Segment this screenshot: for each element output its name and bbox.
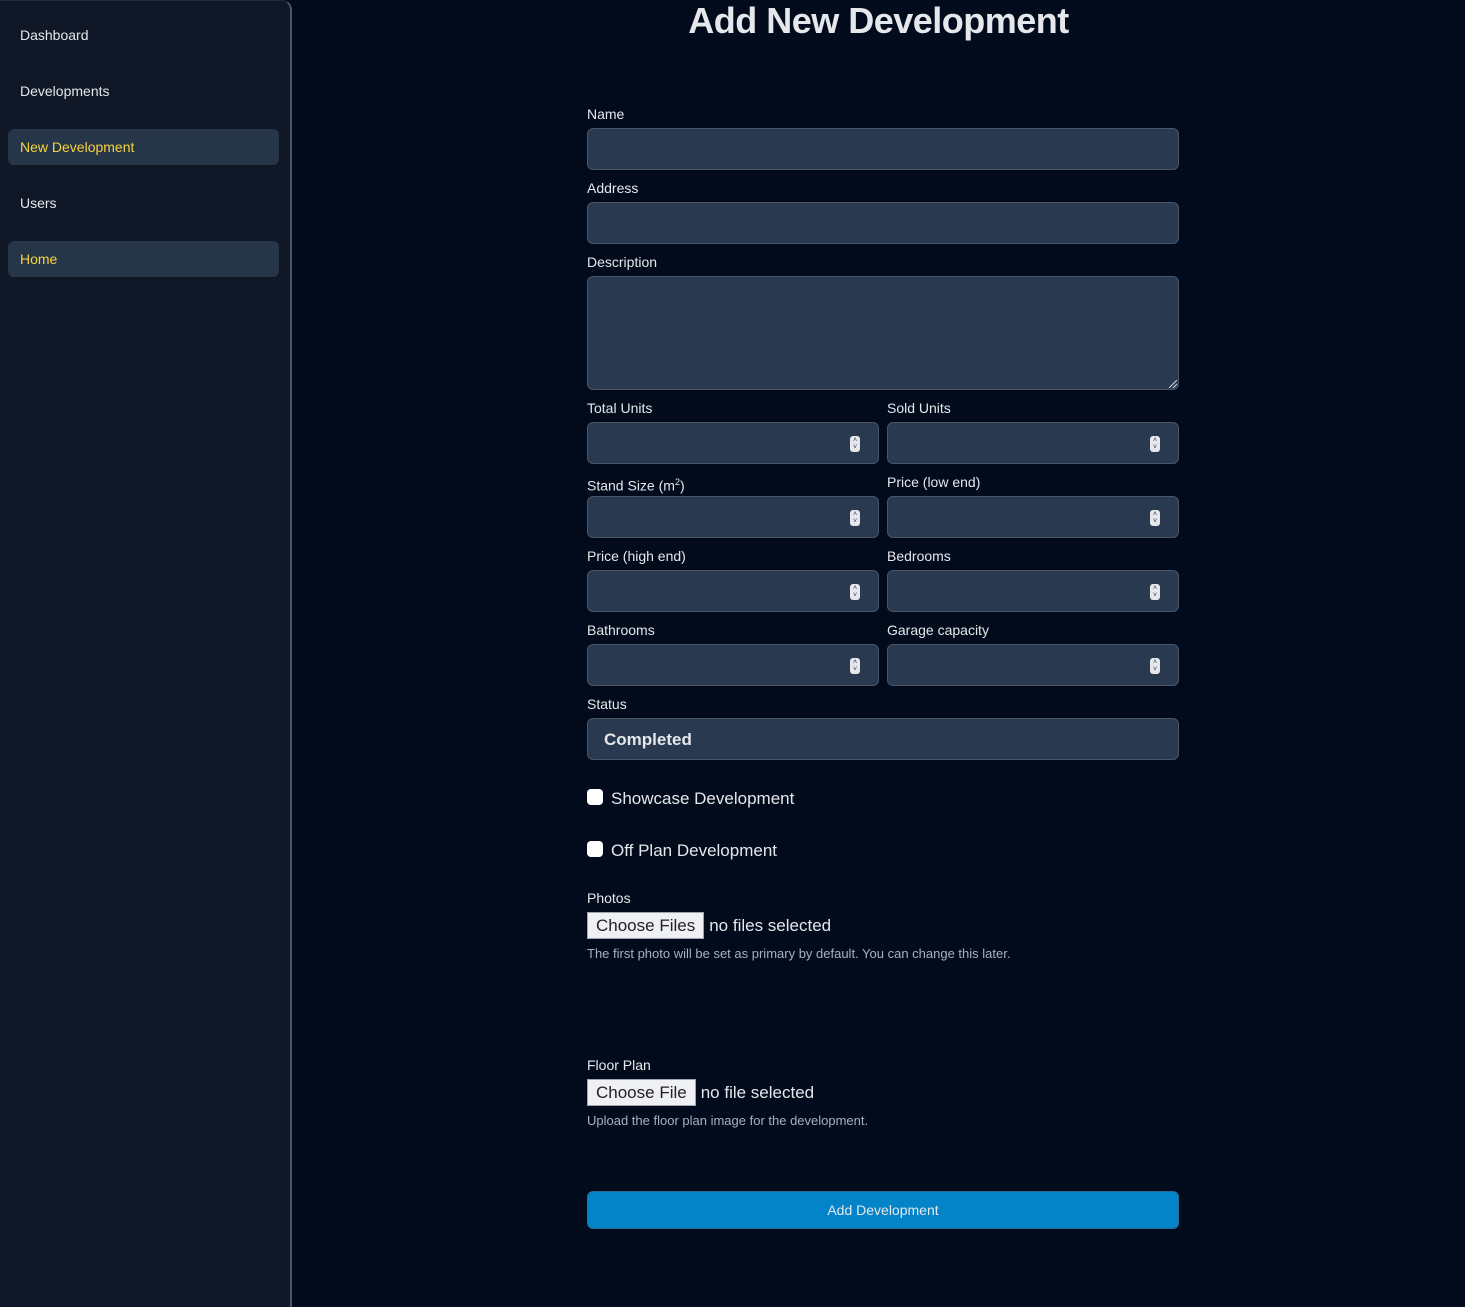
garage-capacity-label: Garage capacity bbox=[887, 622, 989, 638]
sidebar-item-new-development[interactable]: New Development bbox=[8, 129, 279, 165]
page-title: Add New Development bbox=[688, 0, 1069, 41]
sidebar: Dashboard Developments New Development U… bbox=[0, 0, 292, 1307]
resize-grip-icon[interactable] bbox=[1169, 380, 1177, 388]
sidebar-item-developments[interactable]: Developments bbox=[8, 73, 279, 109]
description-textarea[interactable] bbox=[587, 276, 1179, 390]
garage-capacity-input[interactable]: ˄ ˅ bbox=[887, 644, 1179, 686]
floor-plan-help-text: Upload the floor plan image for the deve… bbox=[587, 1113, 869, 1128]
address-input[interactable] bbox=[587, 202, 1179, 244]
showcase-row: Showcase Development bbox=[587, 789, 794, 809]
photos-file-status: no files selected bbox=[709, 915, 832, 935]
price-high-label: Price (high end) bbox=[587, 548, 686, 564]
off-plan-checkbox[interactable] bbox=[587, 841, 603, 857]
sidebar-item-home[interactable]: Home bbox=[8, 241, 279, 277]
spinner-icon[interactable]: ˄ ˅ bbox=[850, 658, 860, 674]
floor-plan-file-input: Choose File no file selected bbox=[587, 1079, 814, 1106]
price-low-label: Price (low end) bbox=[887, 474, 981, 490]
showcase-checkbox[interactable] bbox=[587, 789, 603, 805]
off-plan-label[interactable]: Off Plan Development bbox=[611, 841, 777, 861]
spinner-icon[interactable]: ˄ ˅ bbox=[850, 584, 860, 600]
main-content: Add New Development Name Address Descrip… bbox=[292, 0, 1465, 1307]
status-selected-value: Completed bbox=[604, 730, 692, 749]
spinner-icon[interactable]: ˄ ˅ bbox=[850, 436, 860, 452]
stand-size-label-text: Stand Size (m bbox=[587, 477, 675, 494]
status-label: Status bbox=[587, 696, 627, 712]
sidebar-item-dashboard[interactable]: Dashboard bbox=[8, 17, 279, 53]
description-label: Description bbox=[587, 254, 658, 270]
sold-units-label: Sold Units bbox=[887, 400, 951, 416]
bathrooms-label: Bathrooms bbox=[587, 622, 655, 638]
showcase-label[interactable]: Showcase Development bbox=[611, 789, 794, 809]
sold-units-input[interactable]: ˄ ˅ bbox=[887, 422, 1179, 464]
stand-size-input[interactable]: ˄ ˅ bbox=[587, 496, 879, 538]
floor-plan-file-status: no file selected bbox=[700, 1082, 815, 1102]
address-label: Address bbox=[587, 180, 639, 196]
add-development-button[interactable]: Add Development bbox=[587, 1191, 1179, 1229]
spinner-icon[interactable]: ˄ ˅ bbox=[1150, 584, 1160, 600]
price-low-input[interactable]: ˄ ˅ bbox=[887, 496, 1179, 538]
sidebar-item-users[interactable]: Users bbox=[8, 185, 279, 221]
total-units-input[interactable]: ˄ ˅ bbox=[587, 422, 879, 464]
off-plan-row: Off Plan Development bbox=[587, 841, 777, 861]
bedrooms-label: Bedrooms bbox=[887, 548, 951, 564]
photos-choose-files-button[interactable]: Choose Files bbox=[587, 912, 705, 939]
bathrooms-input[interactable]: ˄ ˅ bbox=[587, 644, 879, 686]
photos-file-input: Choose Files no files selected bbox=[587, 912, 831, 939]
stand-size-label: Stand Size (m2) bbox=[587, 473, 685, 495]
spinner-icon[interactable]: ˄ ˅ bbox=[1150, 658, 1160, 674]
spinner-icon[interactable]: ˄ ˅ bbox=[850, 510, 860, 526]
total-units-label: Total Units bbox=[587, 400, 653, 416]
spinner-icon[interactable]: ˄ ˅ bbox=[1150, 436, 1160, 452]
price-high-input[interactable]: ˄ ˅ bbox=[587, 570, 879, 612]
name-label: Name bbox=[587, 106, 625, 122]
photos-help-text: The first photo will be set as primary b… bbox=[587, 946, 1011, 961]
bedrooms-input[interactable]: ˄ ˅ bbox=[887, 570, 1179, 612]
status-select[interactable]: Completed bbox=[587, 718, 1179, 760]
spinner-icon[interactable]: ˄ ˅ bbox=[1150, 510, 1160, 526]
photos-label: Photos bbox=[587, 890, 631, 906]
stand-size-label-suffix: ) bbox=[679, 477, 685, 494]
floor-plan-choose-file-button[interactable]: Choose File bbox=[587, 1079, 696, 1106]
floor-plan-label: Floor Plan bbox=[587, 1057, 651, 1073]
name-input[interactable] bbox=[587, 128, 1179, 170]
